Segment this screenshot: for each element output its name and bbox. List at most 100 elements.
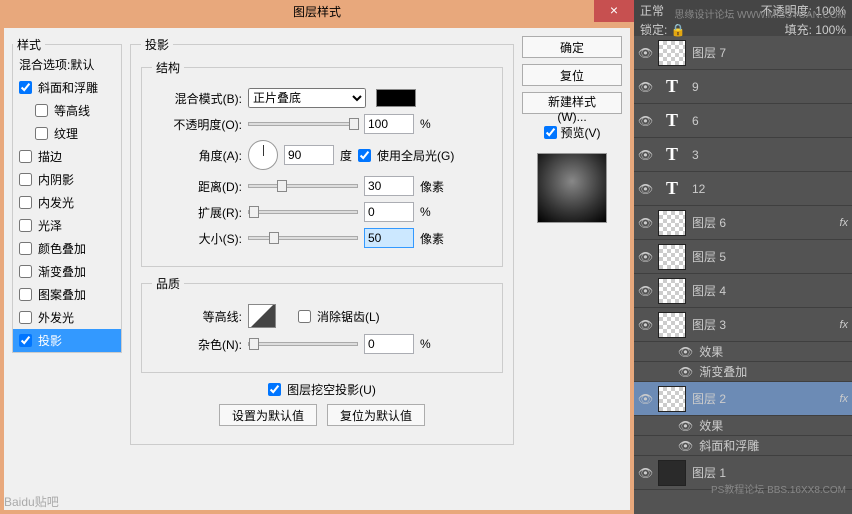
style-item-label: 混合选项:默认: [19, 56, 94, 73]
visibility-icon[interactable]: 👁: [678, 419, 693, 433]
style-item-3[interactable]: 纹理: [13, 122, 121, 145]
layer-name: 图层 4: [692, 282, 848, 299]
visibility-icon[interactable]: 👁: [638, 216, 652, 230]
distance-input[interactable]: [364, 176, 414, 196]
layer-row[interactable]: 👁T3: [634, 138, 852, 172]
blend-mode-select[interactable]: 正片叠底: [248, 88, 366, 108]
visibility-icon[interactable]: 👁: [678, 345, 693, 359]
contour-picker[interactable]: [248, 304, 276, 328]
close-button[interactable]: ×: [594, 0, 634, 22]
style-checkbox[interactable]: [19, 311, 32, 324]
noise-input[interactable]: [364, 334, 414, 354]
style-item-9[interactable]: 渐变叠加: [13, 260, 121, 283]
visibility-icon[interactable]: 👁: [638, 46, 652, 60]
text-layer-icon: T: [658, 108, 686, 134]
visibility-icon[interactable]: 👁: [638, 80, 652, 94]
style-checkbox[interactable]: [19, 173, 32, 186]
angle-input[interactable]: [284, 145, 334, 165]
spread-input[interactable]: [364, 202, 414, 222]
style-item-label: 描边: [38, 148, 62, 165]
layer-row[interactable]: 👁图层 7: [634, 36, 852, 70]
layer-thumbnail: [658, 40, 686, 66]
new-style-button[interactable]: 新建样式(W)...: [522, 92, 622, 114]
style-checkbox[interactable]: [19, 196, 32, 209]
style-item-7[interactable]: 光泽: [13, 214, 121, 237]
antialias-checkbox[interactable]: [298, 310, 311, 323]
style-checkbox[interactable]: [19, 288, 32, 301]
structure-legend: 结构: [152, 59, 184, 76]
angle-dial[interactable]: [248, 140, 278, 170]
opacity-label: 不透明度(O):: [152, 116, 242, 133]
layer-row[interactable]: 👁T9: [634, 70, 852, 104]
style-checkbox[interactable]: [19, 81, 32, 94]
styles-fieldset: 样式 混合选项:默认斜面和浮雕等高线纹理描边内阴影内发光光泽颜色叠加渐变叠加图案…: [12, 36, 122, 353]
set-default-button[interactable]: 设置为默认值: [219, 404, 317, 426]
style-checkbox[interactable]: [19, 219, 32, 232]
global-light-checkbox[interactable]: [358, 149, 371, 162]
layer-row[interactable]: 👁图层 2fx: [634, 382, 852, 416]
blend-mode-label: 混合模式(B):: [152, 90, 242, 107]
knockout-checkbox[interactable]: [268, 383, 281, 396]
preview-checkbox[interactable]: [544, 126, 557, 139]
noise-slider[interactable]: [248, 342, 358, 346]
style-item-label: 光泽: [38, 217, 62, 234]
opacity-input[interactable]: [364, 114, 414, 134]
visibility-icon[interactable]: 👁: [638, 392, 652, 406]
style-checkbox[interactable]: [19, 150, 32, 163]
spread-slider[interactable]: [248, 210, 358, 214]
fx-badge[interactable]: fx: [839, 217, 848, 229]
fx-badge[interactable]: fx: [839, 319, 848, 331]
style-checkbox[interactable]: [19, 242, 32, 255]
layer-style-dialog: 图层样式 × 样式 混合选项:默认斜面和浮雕等高线纹理描边内阴影内发光光泽颜色叠…: [0, 0, 634, 514]
style-item-label: 等高线: [54, 102, 90, 119]
style-checkbox[interactable]: [19, 334, 32, 347]
opacity-slider[interactable]: [248, 122, 358, 126]
visibility-icon[interactable]: 👁: [638, 148, 652, 162]
visibility-icon[interactable]: 👁: [638, 466, 652, 480]
restore-default-button[interactable]: 复位为默认值: [327, 404, 425, 426]
style-item-6[interactable]: 内发光: [13, 191, 121, 214]
quality-legend: 品质: [152, 275, 184, 292]
visibility-icon[interactable]: 👁: [638, 114, 652, 128]
style-item-0[interactable]: 混合选项:默认: [13, 53, 121, 76]
visibility-icon[interactable]: 👁: [678, 439, 693, 453]
layer-name: 3: [692, 148, 848, 162]
layer-row[interactable]: 👁图层 5: [634, 240, 852, 274]
style-item-1[interactable]: 斜面和浮雕: [13, 76, 121, 99]
layer-row[interactable]: 👁 图层 4: [634, 274, 852, 308]
fx-badge[interactable]: fx: [839, 393, 848, 405]
shadow-color-swatch[interactable]: [376, 89, 416, 107]
ok-button[interactable]: 确定: [522, 36, 622, 58]
visibility-icon[interactable]: 👁: [638, 182, 652, 196]
shadow-legend: 投影: [141, 36, 173, 53]
effect-header[interactable]: 👁 效果: [634, 342, 852, 362]
layer-row[interactable]: 👁T6: [634, 104, 852, 138]
visibility-icon[interactable]: 👁: [638, 250, 652, 264]
style-item-4[interactable]: 描边: [13, 145, 121, 168]
noise-label: 杂色(N):: [152, 336, 242, 353]
size-input[interactable]: [364, 228, 414, 248]
layer-name: 图层 6: [692, 214, 833, 231]
visibility-icon[interactable]: 👁: [638, 318, 652, 332]
visibility-icon[interactable]: 👁: [638, 284, 652, 298]
size-slider[interactable]: [248, 236, 358, 240]
effect-header[interactable]: 👁 效果: [634, 416, 852, 436]
style-item-12[interactable]: 投影: [13, 329, 121, 352]
layer-row[interactable]: 👁T12: [634, 172, 852, 206]
style-item-5[interactable]: 内阴影: [13, 168, 121, 191]
visibility-icon[interactable]: 👁: [678, 365, 693, 379]
effect-item[interactable]: 👁 渐变叠加: [634, 362, 852, 382]
distance-slider[interactable]: [248, 184, 358, 188]
style-item-11[interactable]: 外发光: [13, 306, 121, 329]
effect-item[interactable]: 👁 斜面和浮雕: [634, 436, 852, 456]
style-checkbox[interactable]: [35, 104, 48, 117]
dialog-titlebar: 图层样式 ×: [0, 0, 634, 28]
style-checkbox[interactable]: [19, 265, 32, 278]
layer-row[interactable]: 👁图层 3fx: [634, 308, 852, 342]
layer-row[interactable]: 👁 图层 6 fx: [634, 206, 852, 240]
style-item-10[interactable]: 图案叠加: [13, 283, 121, 306]
style-item-2[interactable]: 等高线: [13, 99, 121, 122]
style-checkbox[interactable]: [35, 127, 48, 140]
style-item-8[interactable]: 颜色叠加: [13, 237, 121, 260]
cancel-button[interactable]: 复位: [522, 64, 622, 86]
